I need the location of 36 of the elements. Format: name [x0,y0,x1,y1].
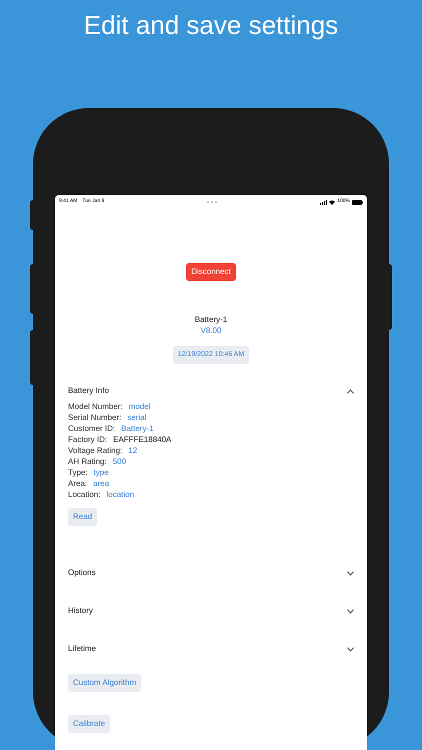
field-value[interactable]: location [106,489,134,500]
section-title: Options [68,567,96,579]
section-title: Battery Info [68,385,109,397]
wifi-icon [329,200,336,204]
action-button[interactable]: Custom Algorithm [68,674,142,692]
section-title: Lifetime [68,643,96,655]
disconnect-button[interactable]: Disconnect [186,263,236,281]
field-value[interactable]: serial [127,412,146,423]
section-header[interactable]: Lifetime [68,642,354,656]
field-label: Voltage Rating: [68,445,122,456]
action-button[interactable]: Calibrate [68,715,110,733]
section-header[interactable]: Battery Info [68,384,354,398]
section-header[interactable]: History [68,604,354,618]
field-value[interactable]: 12 [128,445,138,456]
device-name: Battery-1 [194,314,228,325]
field-value[interactable]: Battery-1 [121,423,154,434]
device-version: V8.00 [200,325,222,336]
signal-icon [320,200,328,204]
field-value[interactable]: area [93,478,110,489]
field-value[interactable]: model [128,401,150,412]
section-header[interactable]: Options [68,566,354,580]
field-value: EAFFFE18840A [113,434,172,445]
field-label: AH Rating: [68,456,107,467]
field-label: Customer ID: [68,423,116,434]
field-label: Type: [68,467,88,478]
field-label: Location: [68,489,100,500]
read-button[interactable]: Read [68,508,98,526]
field-label: Model Number: [68,401,123,412]
field-label: Area: [68,478,88,489]
field-value[interactable]: 500 [112,456,126,467]
field-label: Factory ID: [68,434,108,445]
headline: Edit and save settings [84,9,338,42]
field-label: Serial Number: [68,412,122,423]
section-title: History [68,605,93,617]
field-value[interactable]: type [94,467,109,478]
battery-icon [352,200,363,204]
